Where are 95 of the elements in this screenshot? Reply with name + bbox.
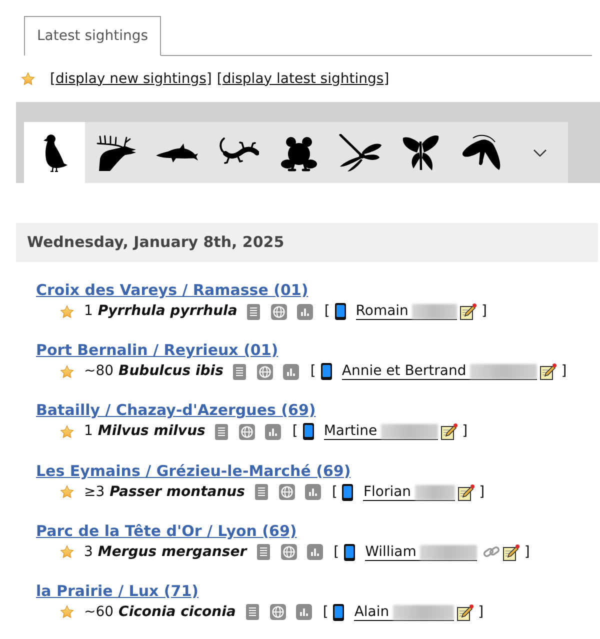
observer-link[interactable]: Florian [363,484,456,501]
sighting-count: ≥3 [84,482,105,502]
mobile-phone-icon [344,544,356,561]
location-link[interactable]: la Prairie / Lux (71) [36,580,198,601]
display-link[interactable]: display latest sightings [222,68,384,90]
location-link[interactable]: Batailly / Chazay-d'Azergues (69) [36,400,316,420]
document-icon[interactable] [247,304,260,320]
star-icon [60,424,74,439]
moth-icon [460,134,502,171]
bracket-text: [ [334,542,340,562]
document-icon[interactable] [215,424,228,440]
location-link[interactable]: Les Eymains / Grézieu-le-Marché (69) [36,460,351,481]
globe-icon[interactable] [257,364,274,380]
globe-icon[interactable] [271,304,288,320]
bracket-text: ] [561,362,567,382]
bar-chart-icon[interactable] [304,484,321,500]
bracket-text: ] [206,70,212,88]
edit-icon[interactable] [540,363,558,380]
observer-link[interactable]: Romain [356,303,458,320]
bracket-text: ] [481,302,487,321]
globe-icon[interactable] [270,604,286,620]
sighting-count: ~60 [84,602,114,622]
bracket-text: ] [524,542,530,562]
sighting-count: 1 [84,422,93,442]
star-icon [60,485,74,500]
globe-icon[interactable] [280,544,297,560]
observer-link[interactable]: Martine [324,423,438,440]
star-icon [21,72,35,86]
document-icon[interactable] [233,364,246,380]
tab[interactable]: Latest sightings [24,16,162,56]
mobile-phone-icon [334,303,346,320]
category-tab[interactable] [24,122,85,183]
document-icon[interactable] [256,544,270,560]
sighting-count: ~80 [84,362,114,382]
bracket-text: ] [478,602,484,622]
globe-icon[interactable] [239,424,256,440]
date-heading: Wednesday, January 8th, 2025 [27,232,284,254]
edit-icon[interactable] [441,423,458,440]
star-icon [60,364,74,379]
document-icon[interactable] [246,604,259,620]
mobile-phone-icon [302,423,314,440]
chevron-down-icon [533,148,547,156]
bracket-text: [ [216,70,222,88]
star-icon [60,605,74,620]
sighting-count: 1 [84,302,93,321]
bar-chart-icon[interactable] [296,604,312,620]
bracket-text: ] [384,70,390,88]
mobile-phone-icon [333,604,344,621]
sighting-count: 3 [84,542,93,562]
bar-chart-icon[interactable] [265,424,282,440]
species-name: Passer montanus [110,482,245,502]
species-name: Ciconia ciconia [118,602,236,622]
bird-icon [42,134,68,172]
blurred-block [412,304,458,319]
blurred-block [470,364,538,380]
edit-icon[interactable] [503,544,520,561]
blurred-block [420,544,478,560]
bracket-text: [ [50,70,56,88]
display-link[interactable]: display new sightings [55,68,206,90]
location-link[interactable]: Parc de la Tête d'Or / Lyon (69) [36,520,297,541]
species-name: Pyrrhula pyrrhula [98,302,238,321]
blurred-block [393,604,454,620]
dragonfly-icon [338,134,382,172]
bracket-text: [ [310,362,316,382]
bracket-text: ] [462,422,468,442]
blurred-block [415,484,456,500]
species-name: Bubulcus ibis [118,362,224,382]
document-icon[interactable] [254,484,268,500]
dolphin-icon [156,142,198,162]
bar-chart-icon[interactable] [306,544,323,560]
location-link[interactable]: Croix des Vareys / Ramasse (01) [36,280,308,300]
bracket-text: [ [322,602,328,622]
blurred-block [381,424,438,440]
mobile-phone-icon [342,484,354,501]
butterfly-icon [402,134,440,172]
observer-link[interactable]: Annie et Bertrand [342,363,538,380]
edit-icon[interactable] [460,303,478,320]
star-icon [60,545,74,560]
observer-link[interactable]: William [365,544,478,561]
mobile-phone-icon [320,363,332,380]
bar-chart-icon[interactable] [283,364,300,380]
observer-link[interactable]: Alain [354,604,454,621]
location-link[interactable]: Port Bernalin / Reyrieux (01) [36,340,278,360]
bar-chart-icon[interactable] [297,304,314,320]
bracket-text: [ [324,302,330,321]
edit-icon[interactable] [457,604,474,621]
bracket-text: [ [292,422,298,442]
bracket-text: ] [479,482,485,502]
globe-icon[interactable] [278,484,295,500]
species-name: Mergus merganser [98,542,247,562]
star-icon [60,304,74,318]
deer-icon [94,134,136,171]
bracket-text: [ [332,482,338,502]
edit-icon[interactable] [458,484,476,501]
species-name: Milvus milvus [98,422,206,442]
